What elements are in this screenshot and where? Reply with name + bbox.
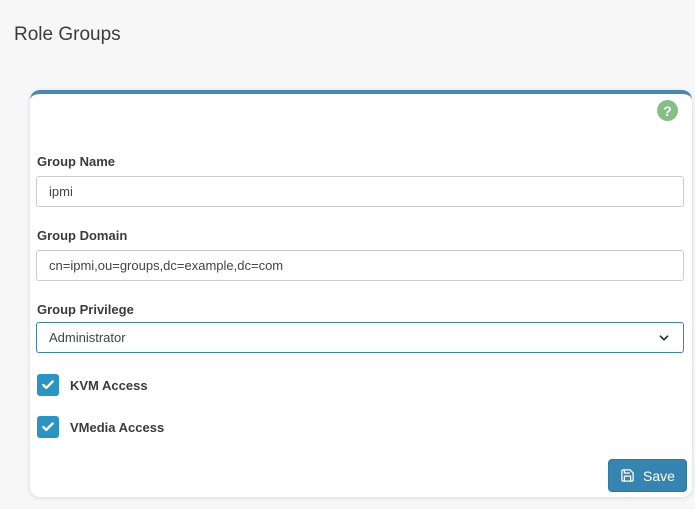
checkmark-icon	[41, 420, 55, 434]
vmedia-access-label: VMedia Access	[70, 420, 164, 435]
vmedia-access-checkbox-row[interactable]: VMedia Access	[37, 416, 164, 438]
group-name-label: Group Name	[37, 154, 115, 169]
group-domain-input[interactable]	[36, 250, 684, 281]
help-icon[interactable]: ?	[657, 100, 678, 121]
kvm-access-label: KVM Access	[70, 378, 148, 393]
page-title: Role Groups	[14, 24, 121, 46]
save-button[interactable]: Save	[608, 459, 687, 492]
group-name-input[interactable]	[36, 176, 684, 207]
checkmark-icon	[41, 378, 55, 392]
chevron-down-icon	[657, 331, 671, 345]
group-privilege-selected-value: Administrator	[49, 330, 126, 345]
group-privilege-select[interactable]: Administrator	[36, 322, 684, 353]
group-privilege-label: Group Privilege	[37, 302, 134, 317]
save-button-label: Save	[643, 468, 675, 484]
group-domain-label: Group Domain	[37, 228, 127, 243]
kvm-access-checkbox[interactable]	[37, 374, 59, 396]
kvm-access-checkbox-row[interactable]: KVM Access	[37, 374, 148, 396]
vmedia-access-checkbox[interactable]	[37, 416, 59, 438]
role-group-form-card: ? Group Name Group Domain Group Privileg…	[30, 90, 692, 497]
save-floppy-icon	[620, 468, 635, 483]
